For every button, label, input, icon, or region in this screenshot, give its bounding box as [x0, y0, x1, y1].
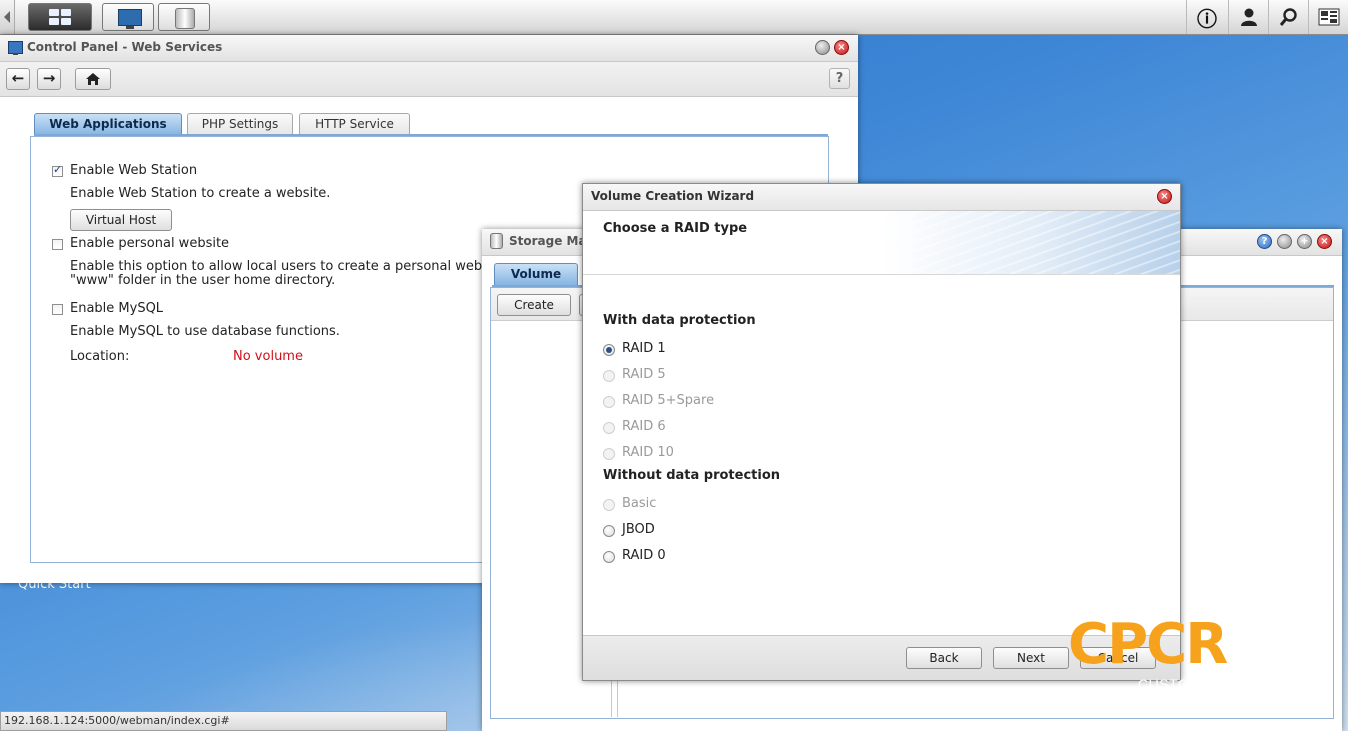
web-station-description: Enable Web Station to create a website. [70, 186, 331, 201]
storage-manager-title: Storage Ma [509, 234, 587, 248]
wizard-header: Choose a RAID type [583, 211, 1180, 275]
tab-php-settings[interactable]: PHP Settings [187, 113, 293, 135]
raid-1-radio[interactable] [603, 344, 615, 356]
help-icon[interactable]: ? [1257, 234, 1272, 249]
widgets-icon [1318, 8, 1340, 26]
cpcr-logo: CPCR CUSTOM PC REVIEW [1068, 612, 1288, 692]
control-panel-titlebar[interactable]: Control Panel - Web Services × [0, 35, 858, 62]
wizard-step-title: Choose a RAID type [603, 221, 748, 236]
header-decoration [820, 211, 1180, 274]
help-button[interactable]: ? [829, 68, 850, 89]
raid-1-label[interactable]: RAID 1 [622, 341, 666, 356]
info-button[interactable]: ⓘ [1186, 0, 1227, 34]
tab-volume[interactable]: Volume [494, 263, 578, 285]
virtual-host-button[interactable]: Virtual Host [70, 209, 172, 231]
taskbar-control-panel-button[interactable] [102, 3, 154, 31]
main-menu-button[interactable] [28, 3, 92, 31]
raid-6-label: RAID 6 [622, 419, 666, 434]
close-icon[interactable]: × [1157, 189, 1172, 204]
user-button[interactable] [1228, 0, 1269, 34]
back-button[interactable]: Back [906, 647, 982, 669]
raid-10-label: RAID 10 [622, 445, 674, 460]
basic-label: Basic [622, 496, 657, 511]
control-panel-icon [8, 41, 23, 55]
taskbar-storage-manager-button[interactable] [158, 3, 210, 31]
forward-arrow-button[interactable]: → [37, 68, 61, 90]
personal-website-description-1: Enable this option to allow local users … [70, 259, 493, 274]
storage-manager-icon [490, 233, 503, 249]
search-button[interactable] [1268, 0, 1309, 34]
cpcr-logo-text: CPCR [1068, 612, 1228, 677]
storage-manager-icon [175, 8, 195, 29]
enable-personal-website-label[interactable]: Enable personal website [70, 236, 229, 251]
enable-web-station-checkbox[interactable] [52, 163, 63, 177]
enable-personal-website-checkbox[interactable] [52, 239, 63, 250]
next-button[interactable]: Next [993, 647, 1069, 669]
back-arrow-button[interactable]: ← [6, 68, 30, 90]
without-protection-heading: Without data protection [603, 468, 781, 483]
search-icon [1279, 8, 1297, 26]
widgets-button[interactable] [1308, 0, 1348, 34]
info-icon: ⓘ [1197, 6, 1217, 31]
cpcr-logo-subtitle: CUSTOM PC REVIEW [1138, 676, 1289, 692]
home-icon [86, 73, 100, 85]
minimize-icon[interactable] [815, 40, 830, 55]
maximize-icon[interactable]: + [1297, 234, 1312, 249]
control-panel-icon [118, 9, 142, 29]
personal-website-description-2: "www" folder in the user home directory. [70, 273, 336, 288]
jbod-radio[interactable] [603, 525, 615, 537]
taskbar: ⓘ [0, 0, 1348, 35]
main-menu-icon [49, 9, 71, 25]
wizard-title: Volume Creation Wizard [591, 189, 755, 203]
tab-http-service[interactable]: HTTP Service [299, 113, 410, 135]
close-icon[interactable]: × [834, 40, 849, 55]
control-panel-toolbar: ← → ? [0, 62, 858, 97]
user-icon [1241, 8, 1257, 26]
arrow-left-icon: ← [11, 69, 25, 87]
raid-5-radio [603, 370, 615, 382]
jbod-label[interactable]: JBOD [622, 522, 655, 537]
taskbar-scroll-left-icon[interactable] [0, 0, 15, 34]
close-icon[interactable]: × [1317, 234, 1332, 249]
raid-10-radio [603, 448, 615, 460]
location-value: No volume [233, 349, 303, 364]
raid-5-spare-label: RAID 5+Spare [622, 393, 715, 408]
mysql-description: Enable MySQL to use database functions. [70, 324, 340, 339]
tab-web-applications[interactable]: Web Applications [34, 113, 182, 135]
control-panel-title: Control Panel - Web Services [27, 40, 223, 54]
create-button[interactable]: Create [497, 294, 571, 316]
raid-0-radio[interactable] [603, 551, 615, 563]
enable-web-station-label[interactable]: Enable Web Station [70, 163, 197, 178]
with-protection-heading: With data protection [603, 313, 756, 328]
raid-0-label[interactable]: RAID 0 [622, 548, 666, 563]
raid-5-spare-radio [603, 396, 615, 408]
arrow-right-icon: → [42, 69, 56, 87]
basic-radio [603, 499, 615, 511]
wizard-titlebar[interactable]: Volume Creation Wizard × [583, 184, 1180, 211]
volume-creation-wizard-window: Volume Creation Wizard × Choose a RAID t… [582, 183, 1181, 681]
location-label: Location: [70, 349, 130, 364]
home-button[interactable] [75, 68, 111, 90]
minimize-icon[interactable] [1277, 234, 1292, 249]
browser-status-bar: 192.168.1.124:5000/webman/index.cgi# [0, 711, 447, 731]
enable-mysql-checkbox[interactable] [52, 304, 63, 315]
enable-mysql-label[interactable]: Enable MySQL [70, 301, 163, 316]
raid-5-label: RAID 5 [622, 367, 666, 382]
raid-6-radio [603, 422, 615, 434]
